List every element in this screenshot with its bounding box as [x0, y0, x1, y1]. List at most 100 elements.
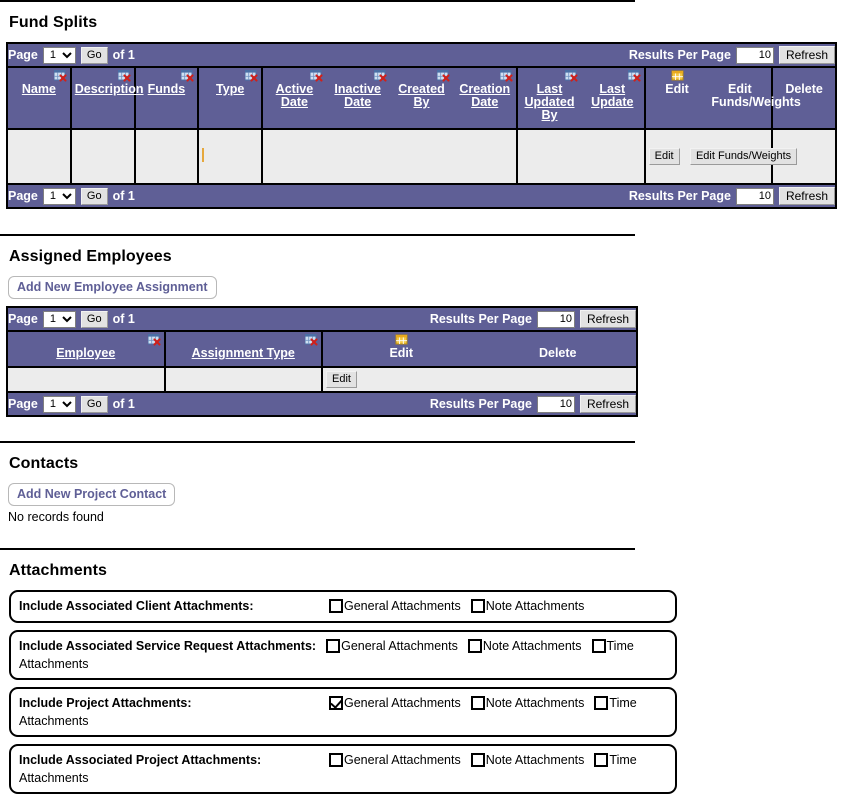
refresh-button[interactable]: Refresh: [778, 187, 835, 205]
page-label: Page: [8, 312, 38, 326]
refresh-button[interactable]: Refresh: [778, 46, 835, 64]
row-edit-funds-weights-button[interactable]: Edit Funds/Weights: [689, 148, 798, 165]
checkbox-time-attachments[interactable]: [591, 639, 606, 653]
results-per-page-input[interactable]: [536, 395, 575, 413]
row-edit-button[interactable]: Edit: [326, 371, 357, 388]
add-new-employee-assignment-button[interactable]: Add New Employee Assignment: [8, 276, 217, 299]
checkbox-label-general-attachments: General Attachments: [344, 599, 461, 613]
page-select[interactable]: 1: [42, 395, 76, 413]
checkbox-general-attachments[interactable]: [329, 753, 343, 767]
assigned-employees-table: Page 1 Go of 1 Results Per Page Refresh: [6, 306, 638, 417]
checkbox-label-note-attachments: Note Attachments: [485, 599, 585, 613]
column-header-last-update[interactable]: Last Update: [580, 66, 645, 130]
column-sort-link[interactable]: Last Update: [591, 82, 633, 109]
column-header-creation-date[interactable]: Creation Date: [453, 66, 518, 130]
cell-assignment-type: [163, 367, 322, 393]
page-total-label: of 1: [112, 397, 135, 411]
column-sort-link[interactable]: Inactive Date: [334, 82, 381, 109]
column-sort-link[interactable]: Name: [22, 82, 56, 96]
grid-remove-icon[interactable]: [309, 70, 323, 82]
page-select[interactable]: 1: [42, 187, 76, 205]
go-button[interactable]: Go: [80, 187, 108, 205]
checkbox-general-attachments[interactable]: [326, 639, 341, 653]
page-total-label: of 1: [112, 189, 135, 203]
attachment-row-label-wrap: Attachments: [19, 657, 89, 671]
attachment-row-label: Include Associated Project Attachments:: [19, 753, 262, 767]
grid-remove-icon[interactable]: [305, 334, 318, 346]
column-sort-link[interactable]: Created By: [398, 82, 445, 109]
checkbox-note-attachments[interactable]: [470, 696, 485, 710]
refresh-button[interactable]: Refresh: [579, 395, 636, 413]
page-label: Page: [8, 189, 38, 203]
fund-splits-header-row: Name Description Funds Type Active Date …: [7, 66, 836, 130]
grid-remove-icon[interactable]: [147, 334, 161, 346]
column-sort-link[interactable]: Employee: [56, 346, 115, 360]
results-per-page-label: Results Per Page: [628, 189, 731, 203]
table-row: Edit: [7, 367, 637, 393]
checkbox-time-attachments[interactable]: [594, 753, 609, 767]
fund-splits-pagination-top-row: Page 1 Go of 1 Results Per Page Refresh: [7, 43, 836, 67]
go-button[interactable]: Go: [80, 46, 108, 64]
grid-remove-icon[interactable]: [181, 70, 194, 82]
go-button[interactable]: Go: [80, 310, 108, 328]
column-header-created-by[interactable]: Created By: [389, 66, 454, 130]
checkbox-note-attachments[interactable]: [470, 753, 485, 767]
grid-remove-icon[interactable]: [117, 70, 131, 82]
contacts-empty-message: No records found: [8, 510, 104, 524]
column-sort-link[interactable]: Type: [216, 82, 244, 96]
page-select[interactable]: 1: [42, 310, 76, 328]
column-header-funds[interactable]: Funds: [133, 66, 199, 130]
column-header-type[interactable]: Type: [197, 66, 263, 130]
table-row: Edit Edit Funds/Weights: [7, 129, 836, 185]
grid-remove-icon[interactable]: [245, 70, 258, 82]
fund-splits-pagination-top: Page 1 Go of 1 Results Per Page Refresh: [7, 43, 836, 67]
grid-add-icon[interactable]: [671, 70, 684, 82]
results-per-page-input[interactable]: [735, 46, 774, 64]
checkbox-note-attachments[interactable]: [470, 599, 485, 613]
type-marker: [202, 148, 205, 162]
checkbox-label-note-attachments: Note Attachments: [485, 753, 585, 767]
column-header-edit-funds-weights: Edit Funds/Weights: [708, 66, 801, 130]
column-sort-link[interactable]: Description: [75, 82, 144, 96]
column-header-edit: Edit: [643, 66, 709, 130]
results-per-page-input[interactable]: [735, 187, 774, 205]
grid-remove-icon[interactable]: [437, 70, 450, 82]
column-header-description[interactable]: Description: [69, 66, 144, 130]
grid-add-icon[interactable]: [395, 334, 408, 346]
page-total-label: of 1: [112, 48, 135, 62]
checkbox-time-attachments[interactable]: [594, 696, 609, 710]
refresh-button[interactable]: Refresh: [579, 310, 636, 328]
column-label-edit: Edit: [665, 82, 689, 96]
column-header-assignment-type[interactable]: Assignment Type: [163, 330, 322, 368]
add-new-project-contact-button[interactable]: Add New Project Contact: [8, 483, 176, 506]
section-title-contacts: Contacts: [9, 455, 79, 472]
page-total-label: of 1: [112, 312, 135, 326]
page-label: Page: [8, 397, 38, 411]
grid-remove-icon[interactable]: [53, 70, 67, 82]
grid-remove-icon[interactable]: [564, 70, 578, 82]
checkbox-general-attachments[interactable]: [329, 599, 343, 613]
grid-remove-icon[interactable]: [373, 70, 387, 82]
column-sort-link[interactable]: Creation Date: [459, 82, 510, 109]
fund-splits-pagination-bottom: Page 1 Go of 1 Results Per Page Refresh: [7, 184, 836, 208]
cell-description: [69, 129, 135, 185]
checkbox-general-attachments[interactable]: [329, 696, 343, 710]
column-header-name[interactable]: Name: [7, 66, 71, 130]
assigned-employees-header-row: Employee Assignment Type Edit Delete: [7, 330, 637, 368]
grid-remove-icon[interactable]: [627, 70, 641, 82]
column-header-inactive-date[interactable]: Inactive Date: [325, 66, 390, 130]
results-per-page-input[interactable]: [536, 310, 575, 328]
column-sort-link[interactable]: Active Date: [276, 82, 314, 109]
column-header-last-updated-by[interactable]: Last Updated By: [516, 66, 581, 130]
assigned-employees-pagination-bottom-row: Page 1 Go of 1 Results Per Page Refresh: [7, 392, 637, 416]
column-sort-link[interactable]: Funds: [148, 82, 186, 96]
go-button[interactable]: Go: [80, 395, 108, 413]
grid-remove-icon[interactable]: [500, 70, 513, 82]
column-sort-link[interactable]: Last Updated By: [525, 82, 575, 122]
column-header-employee[interactable]: Employee: [7, 330, 165, 368]
checkbox-note-attachments[interactable]: [467, 639, 482, 653]
page-select[interactable]: 1: [42, 46, 76, 64]
row-edit-button[interactable]: Edit: [648, 148, 680, 165]
column-header-active-date[interactable]: Active Date: [261, 66, 326, 130]
column-sort-link[interactable]: Assignment Type: [192, 346, 295, 360]
